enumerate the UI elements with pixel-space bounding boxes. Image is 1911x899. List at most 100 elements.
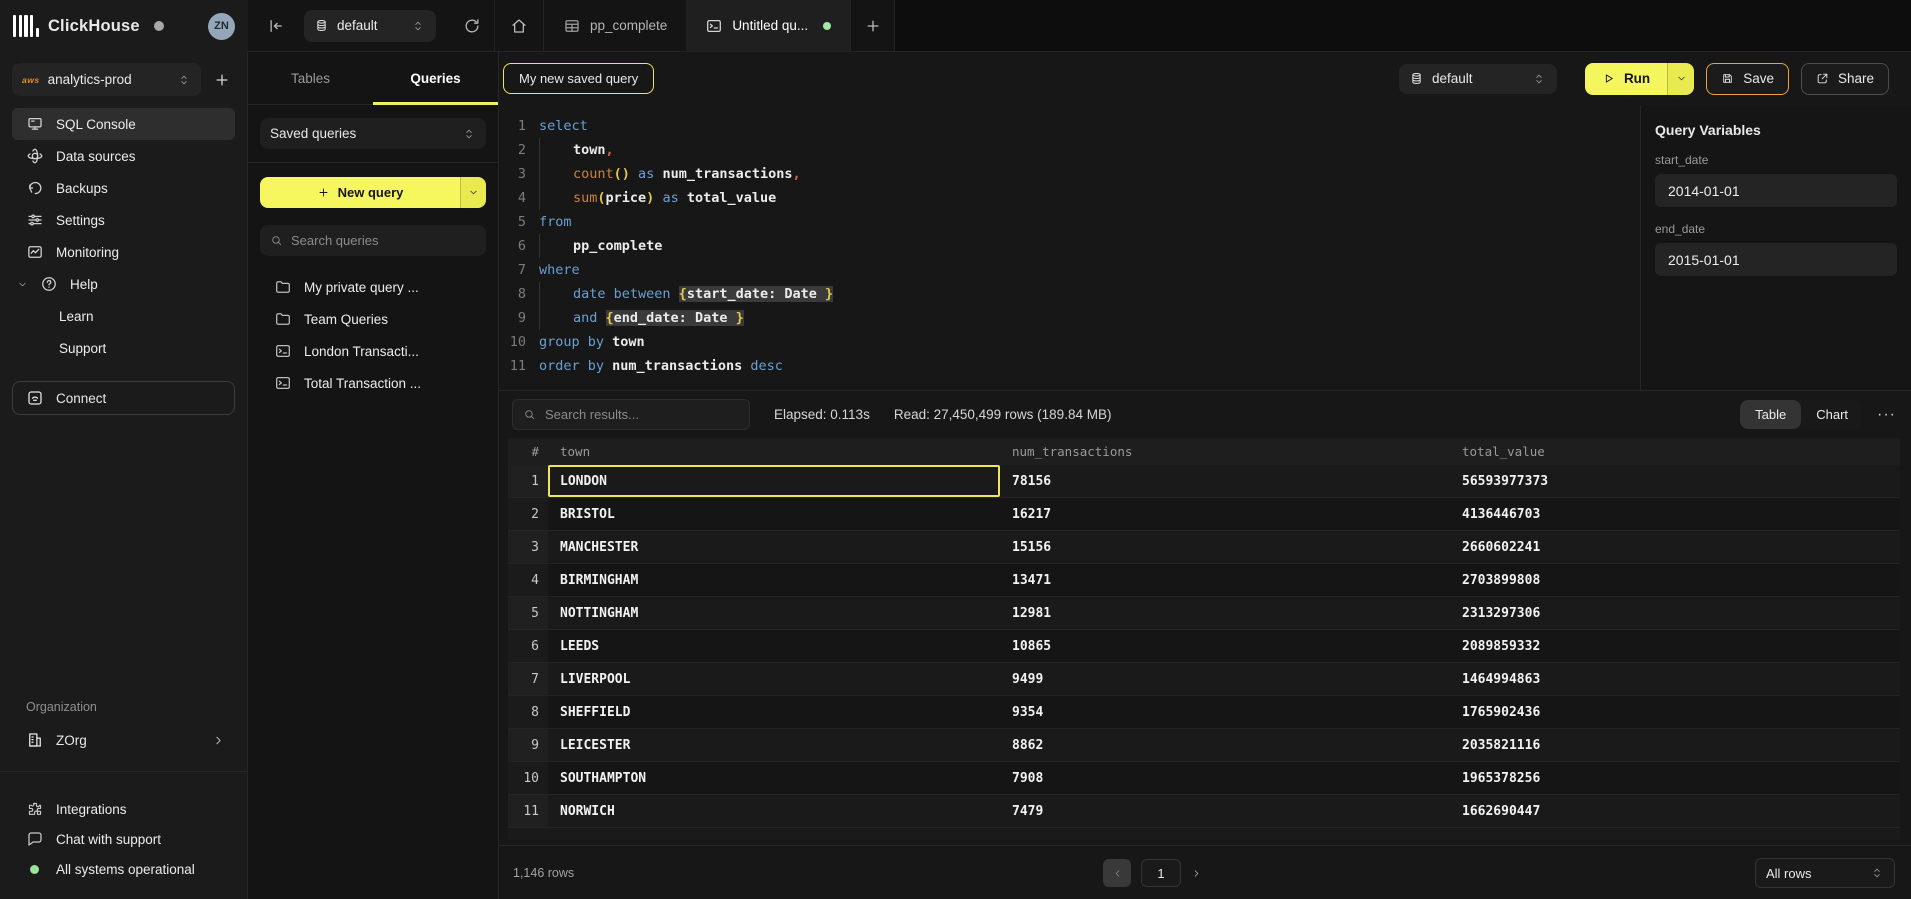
new-query-button[interactable]: New query xyxy=(260,177,486,208)
terminal-icon xyxy=(274,374,292,392)
sidebar-footer-integrations[interactable]: Integrations xyxy=(0,794,247,824)
run-button[interactable]: Run xyxy=(1585,63,1694,95)
table-cell[interactable]: SHEFFIELD xyxy=(548,696,1000,728)
next-page-button[interactable] xyxy=(1191,868,1202,879)
table-cell[interactable]: 78156 xyxy=(1000,465,1450,497)
current-page[interactable]: 1 xyxy=(1141,859,1181,887)
organization-select[interactable]: ZOrg xyxy=(12,723,235,757)
sidebar-footer-chat-with-support[interactable]: Chat with support xyxy=(0,824,247,854)
view-chart-button[interactable]: Chart xyxy=(1801,400,1863,429)
table-cell[interactable]: 2703899808 xyxy=(1450,564,1900,596)
clickhouse-logo-icon xyxy=(13,15,39,37)
saved-queries-select[interactable]: Saved queries xyxy=(260,118,486,149)
query-list-item-my-private-query[interactable]: My private query ... xyxy=(248,271,498,303)
table-cell[interactable]: 15156 xyxy=(1000,531,1450,563)
table-cell[interactable]: NORWICH xyxy=(548,795,1000,827)
top-bar: ClickHouse ZN default pp_complete Untitl… xyxy=(0,0,1911,52)
code-token: } xyxy=(736,310,744,326)
settings-icon xyxy=(26,211,44,229)
new-query-menu-button[interactable] xyxy=(460,177,486,208)
table-cell[interactable]: SOUTHAMPTON xyxy=(548,762,1000,794)
sidebar-item-data-sources[interactable]: Data sources xyxy=(12,140,235,172)
table-cell[interactable]: 7908 xyxy=(1000,762,1450,794)
table-cell[interactable]: 8862 xyxy=(1000,729,1450,761)
table-cell[interactable]: LIVERPOOL xyxy=(548,663,1000,695)
plus-icon xyxy=(864,17,882,35)
start-date-label: start_date xyxy=(1655,153,1897,167)
sidebar-item-monitoring[interactable]: Monitoring xyxy=(12,236,235,268)
tab-queries[interactable]: Queries xyxy=(373,52,498,104)
sql-editor[interactable]: 1select2town,3count() as num_transaction… xyxy=(499,105,1640,390)
saved-query-chip[interactable]: My new saved query xyxy=(503,63,654,94)
table-cell[interactable]: LEICESTER xyxy=(548,729,1000,761)
sidebar-item-learn[interactable]: Learn xyxy=(12,300,235,332)
tab-pp-complete[interactable]: pp_complete xyxy=(544,0,686,51)
query-list-item-london-transacti[interactable]: London Transacti... xyxy=(248,335,498,367)
table-cell[interactable]: 1765902436 xyxy=(1450,696,1900,728)
refresh-button[interactable] xyxy=(450,0,494,51)
table-cell[interactable]: 16217 xyxy=(1000,498,1450,530)
tab-tables[interactable]: Tables xyxy=(248,52,373,104)
chevron-updown-icon xyxy=(462,127,476,141)
connect-button[interactable]: Connect xyxy=(12,381,235,415)
topbar-database-select[interactable]: default xyxy=(304,10,436,42)
table-cell[interactable]: 56593977373 xyxy=(1450,465,1900,497)
sidebar-item-settings[interactable]: Settings xyxy=(12,204,235,236)
table-cell[interactable]: 12981 xyxy=(1000,597,1450,629)
run-database-select[interactable]: default xyxy=(1399,64,1557,94)
service-select[interactable]: aws analytics-prod xyxy=(12,63,201,96)
prev-page-button[interactable] xyxy=(1103,859,1131,887)
table-cell[interactable]: BRISTOL xyxy=(548,498,1000,530)
unsaved-dot-icon xyxy=(823,22,831,30)
sidebar-item-help[interactable]: Help xyxy=(12,268,235,300)
row-number: 11 xyxy=(508,795,548,827)
sidebar-item-sql-console[interactable]: SQL Console xyxy=(12,108,235,140)
table-cell[interactable]: 2313297306 xyxy=(1450,597,1900,629)
table-cell[interactable]: 1662690447 xyxy=(1450,795,1900,827)
table-cell[interactable]: 2089859332 xyxy=(1450,630,1900,662)
code-content: order by num_transactions desc xyxy=(539,354,783,378)
table-cell[interactable]: 1464994863 xyxy=(1450,663,1900,695)
table-cell[interactable]: LONDON xyxy=(548,465,1000,497)
page-size-select[interactable]: All rows xyxy=(1755,858,1895,888)
backups-icon xyxy=(26,179,44,197)
results-table: #townnum_transactionstotal_value1LONDON7… xyxy=(508,438,1900,845)
search-queries-input[interactable] xyxy=(291,233,476,248)
table-cell[interactable]: BIRMINGHAM xyxy=(548,564,1000,596)
more-options-button[interactable]: ··· xyxy=(1877,406,1896,424)
share-button[interactable]: Share xyxy=(1801,63,1889,95)
queries-panel: Tables Queries Saved queries New query M… xyxy=(248,52,499,899)
avatar[interactable]: ZN xyxy=(208,13,235,40)
table-cell[interactable]: 1965378256 xyxy=(1450,762,1900,794)
query-list-item-total-transaction[interactable]: Total Transaction ... xyxy=(248,367,498,399)
table-cell[interactable]: MANCHESTER xyxy=(548,531,1000,563)
sidebar-item-support[interactable]: Support xyxy=(12,332,235,364)
sidebar-nav: SQL ConsoleData sourcesBackupsSettingsMo… xyxy=(12,108,235,364)
add-service-button[interactable] xyxy=(207,65,237,95)
table-cell[interactable]: 9499 xyxy=(1000,663,1450,695)
table-cell[interactable]: 9354 xyxy=(1000,696,1450,728)
save-button[interactable]: Save xyxy=(1706,63,1789,95)
search-results-input[interactable] xyxy=(545,407,739,422)
run-options-button[interactable] xyxy=(1667,63,1694,95)
tab-untitled-query[interactable]: Untitled qu... xyxy=(686,0,851,51)
view-table-button[interactable]: Table xyxy=(1740,400,1801,429)
start-date-input[interactable] xyxy=(1655,174,1897,207)
sidebar-item-backups[interactable]: Backups xyxy=(12,172,235,204)
table-cell[interactable]: 10865 xyxy=(1000,630,1450,662)
table-cell[interactable]: NOTTINGHAM xyxy=(548,597,1000,629)
collapse-sidebar-button[interactable] xyxy=(248,0,304,51)
sidebar-footer-all-systems-operational[interactable]: All systems operational xyxy=(0,854,247,884)
end-date-input[interactable] xyxy=(1655,243,1897,276)
home-button[interactable] xyxy=(494,0,544,51)
table-cell[interactable]: LEEDS xyxy=(548,630,1000,662)
table-cell[interactable]: 7479 xyxy=(1000,795,1450,827)
query-list-item-team-queries[interactable]: Team Queries xyxy=(248,303,498,335)
table-cell[interactable]: 2660602241 xyxy=(1450,531,1900,563)
table-cell[interactable]: 4136446703 xyxy=(1450,498,1900,530)
new-tab-button[interactable] xyxy=(851,0,895,51)
table-cell[interactable]: 2035821116 xyxy=(1450,729,1900,761)
table-cell[interactable]: 13471 xyxy=(1000,564,1450,596)
top-bar-right xyxy=(895,0,1911,52)
code-content: town, xyxy=(539,138,614,162)
